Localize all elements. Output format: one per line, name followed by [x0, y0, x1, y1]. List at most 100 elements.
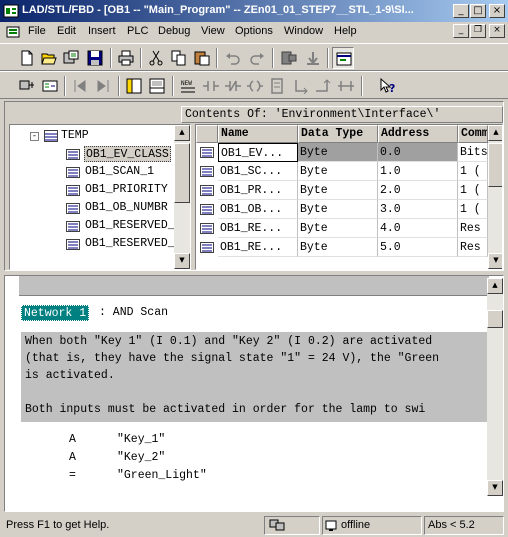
contact-no-button[interactable]	[200, 75, 222, 97]
scroll-up-button[interactable]: ▲	[174, 125, 190, 141]
code-editor[interactable]: Network 1 : AND Scan When both "Key 1" (…	[4, 275, 504, 512]
grid-cell-address[interactable]: 0.0	[378, 143, 458, 162]
connector-button[interactable]	[335, 75, 357, 97]
document-icon[interactable]	[6, 25, 20, 39]
stl-operand[interactable]: "Green_Light"	[117, 468, 207, 484]
grid-cell-name[interactable]: OB1_OB...	[218, 200, 298, 219]
grid-cell-address[interactable]: 1.0	[378, 162, 458, 181]
menu-debug[interactable]: Debug	[158, 25, 190, 37]
scroll-up-button[interactable]: ▲	[487, 278, 503, 294]
grid-cell-name[interactable]: OB1_SC...	[218, 162, 298, 181]
new-button[interactable]	[16, 47, 38, 69]
open-button[interactable]	[38, 47, 60, 69]
modify-variable-button[interactable]	[39, 75, 61, 97]
scroll-down-button[interactable]: ▼	[174, 253, 190, 269]
grid-cell-name[interactable]: OB1_RE...	[218, 238, 298, 257]
copy-button[interactable]	[168, 47, 190, 69]
grid-cell-comment[interactable]: Res	[458, 219, 488, 238]
mdi-minimize-button[interactable]: _	[453, 24, 469, 38]
grid-scrollbar[interactable]: ▲ ▼	[488, 125, 502, 269]
stl-operation[interactable]: A	[69, 450, 76, 466]
menu-view[interactable]: View	[201, 25, 225, 37]
grid-cell-comment[interactable]: Res	[458, 238, 488, 257]
grid-cell-type[interactable]: Byte	[298, 143, 378, 162]
overviews-button[interactable]	[123, 75, 145, 97]
grid-cell-type[interactable]: Byte	[298, 200, 378, 219]
grid-cell-type[interactable]: Byte	[298, 219, 378, 238]
grid-cell-address[interactable]: 3.0	[378, 200, 458, 219]
collapse-icon[interactable]: -	[30, 132, 39, 141]
menu-edit[interactable]: Edit	[57, 25, 76, 37]
paste-button[interactable]	[191, 47, 213, 69]
grid-cell-address[interactable]: 2.0	[378, 181, 458, 200]
menu-plc[interactable]: PLC	[127, 25, 148, 37]
load-button[interactable]	[278, 47, 300, 69]
stl-operation[interactable]: =	[69, 468, 76, 484]
new-network-button[interactable]: NEW	[177, 75, 199, 97]
interface-grid[interactable]: Name Data Type Address Comment OB1_EV...…	[195, 124, 503, 270]
scroll-up-button[interactable]: ▲	[488, 125, 502, 141]
scroll-down-button[interactable]: ▼	[487, 480, 503, 496]
online-button[interactable]	[60, 47, 82, 69]
tree-node-temp[interactable]: - TEMP	[10, 127, 180, 145]
interface-tree[interactable]: - TEMP OB1_EV_CLASS OB1_SCAN_1 OB1_PRIORIT…	[9, 124, 191, 270]
grid-cell-name[interactable]: OB1_RE...	[218, 219, 298, 238]
scroll-down-button[interactable]: ▼	[488, 253, 502, 269]
column-header-name[interactable]: Name	[218, 125, 298, 143]
grid-cell-type[interactable]: Byte	[298, 238, 378, 257]
stl-operation[interactable]: A	[69, 432, 76, 448]
menu-file[interactable]: File	[28, 25, 46, 37]
grid-cell-comment[interactable]: 1 (	[458, 200, 488, 219]
context-help-button[interactable]: ?	[377, 75, 399, 97]
column-header-comment[interactable]: Comment	[458, 125, 488, 143]
forward-button[interactable]	[92, 75, 114, 97]
cut-button[interactable]	[145, 47, 167, 69]
box-button[interactable]	[266, 75, 288, 97]
editor-scrollbar[interactable]: ▲ ▼	[487, 278, 503, 496]
tree-item[interactable]: OB1_PRIORITY	[10, 181, 180, 199]
tree-scrollbar[interactable]: ▲ ▼	[174, 125, 190, 269]
grid-cell-name[interactable]: OB1_EV...	[218, 143, 298, 162]
scroll-thumb[interactable]	[174, 143, 190, 203]
column-header-address[interactable]: Address	[378, 125, 458, 143]
column-header-data-type[interactable]: Data Type	[298, 125, 378, 143]
network-comment[interactable]: When both "Key 1" (I 0.1) and "Key 2" (I…	[21, 332, 491, 422]
accessible-nodes-button[interactable]	[16, 75, 38, 97]
tree-item[interactable]: OB1_SCAN_1	[10, 163, 180, 181]
details-button[interactable]	[146, 75, 168, 97]
grid-cell-type[interactable]: Byte	[298, 162, 378, 181]
mdi-restore-button[interactable]: ❐	[470, 24, 486, 38]
network-description[interactable]: : AND Scan	[99, 305, 168, 321]
grid-cell-comment[interactable]: 1 (	[458, 181, 488, 200]
title-bar[interactable]: LAD/STL/FBD - [OB1 -- "Main_Program" -- …	[0, 0, 508, 22]
contact-nc-button[interactable]	[222, 75, 244, 97]
network-title[interactable]: Network 1	[21, 305, 90, 321]
grid-cell-type[interactable]: Byte	[298, 181, 378, 200]
coil-button[interactable]	[244, 75, 266, 97]
menu-options[interactable]: Options	[235, 25, 273, 37]
back-button[interactable]	[69, 75, 91, 97]
undo-button[interactable]	[222, 47, 244, 69]
mdi-close-button[interactable]: ×	[489, 24, 505, 38]
tree-item[interactable]: OB1_OB_NUMBR	[10, 199, 180, 217]
branch-open-button[interactable]	[289, 75, 311, 97]
tree-item[interactable]: OB1_RESERVED_2	[10, 235, 182, 253]
stl-operand[interactable]: "Key_1"	[117, 432, 165, 448]
minimize-button[interactable]: _	[453, 4, 469, 18]
branch-close-button[interactable]	[312, 75, 334, 97]
grid-cell-comment[interactable]: Bits	[458, 143, 488, 162]
monitor-button[interactable]	[302, 47, 324, 69]
grid-cell-comment[interactable]: 1 (	[458, 162, 488, 181]
save-button[interactable]	[84, 47, 106, 69]
grid-cell-address[interactable]: 5.0	[378, 238, 458, 257]
tree-item[interactable]: OB1_EV_CLASS	[10, 145, 180, 163]
maximize-button[interactable]: □	[470, 4, 486, 18]
menu-insert[interactable]: Insert	[88, 25, 116, 37]
close-button[interactable]: ×	[489, 4, 505, 18]
menu-help[interactable]: Help	[334, 25, 357, 37]
grid-cell-name[interactable]: OB1_PR...	[218, 181, 298, 200]
scroll-thumb[interactable]	[487, 310, 503, 328]
menu-window[interactable]: Window	[284, 25, 323, 37]
print-button[interactable]	[115, 47, 137, 69]
scroll-thumb[interactable]	[488, 143, 502, 187]
